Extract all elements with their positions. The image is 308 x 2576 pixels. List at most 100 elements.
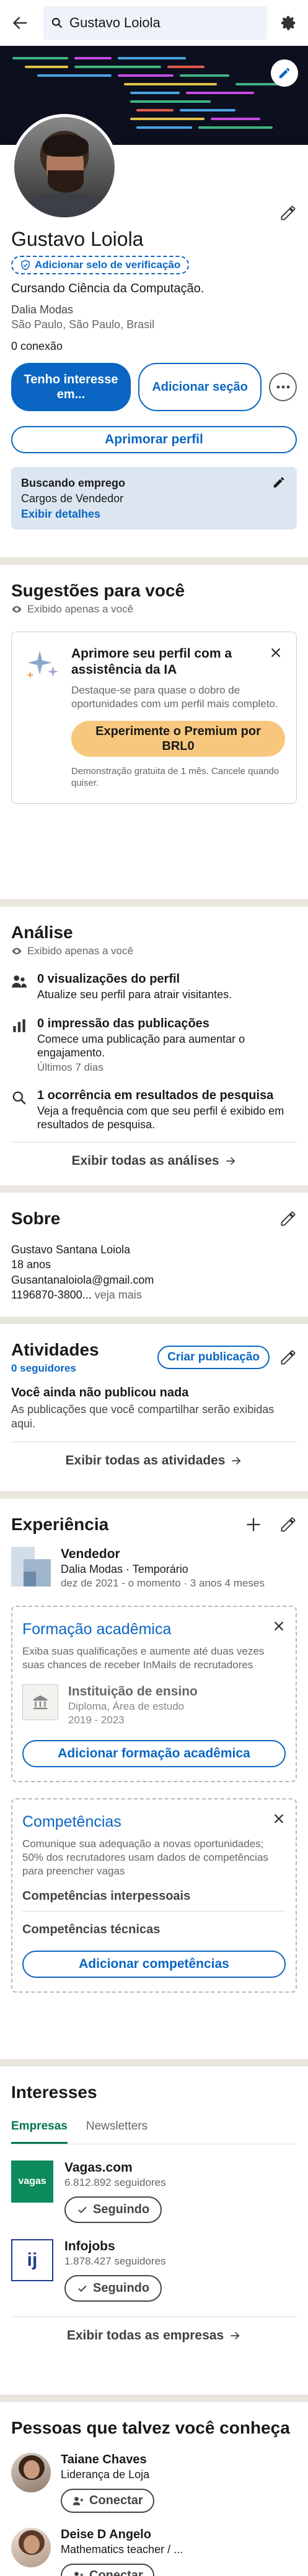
add-verification-badge[interactable]: Adicionar selo de verificação [11, 256, 190, 274]
activity-section: Atividades 0 seguidores Criar publicação… [0, 1324, 308, 1491]
open-to-work-subtitle: Cargos de Vendedor [21, 492, 124, 505]
interests-tabs: Empresas Newsletters [11, 2113, 297, 2144]
interest-item[interactable]: vagas Vagas.com 6.812.892 seguidores Seg… [11, 2160, 297, 2223]
add-education-button[interactable]: Adicionar formação acadêmica [22, 1740, 286, 1768]
interest-item[interactable]: ij Infojobs 1.878.427 seguidores Seguind… [11, 2239, 297, 2302]
activity-empty-title: Você ainda não publicou nada [11, 1386, 189, 1399]
following-button[interactable]: Seguindo [64, 2196, 162, 2223]
edit-activity-pencil-icon[interactable] [279, 1349, 297, 1366]
tab-companies[interactable]: Empresas [11, 2113, 68, 2144]
activity-empty-desc: As publicações que você compartilhar ser… [11, 1403, 275, 1430]
following-button[interactable]: Seguindo [64, 2275, 162, 2302]
experience-title: Experiência [11, 1515, 109, 1534]
add-person-icon [72, 2495, 84, 2507]
profile-name: Gustavo Loiola [11, 228, 144, 250]
enhance-profile-button[interactable]: Aprimorar perfil [11, 426, 297, 453]
intro-card: Gustavo Loiola Adicionar selo de verific… [0, 46, 308, 557]
trial-note: Demonstração gratuita de 1 mês. Cancele … [71, 765, 279, 789]
followers-count[interactable]: 0 seguidores [11, 1362, 99, 1375]
connect-button[interactable]: Conectar [61, 2564, 154, 2576]
people-title: Pessoas que talvez você conheça [11, 2418, 290, 2437]
edit-about-pencil-icon[interactable] [279, 1210, 297, 1227]
skills-desc: Comunique sua adequação a novas oportuni… [22, 1838, 268, 1878]
back-arrow-icon[interactable] [7, 11, 32, 35]
ai-card-description: Destaque-se para quase o dobro de oportu… [71, 684, 278, 710]
search-icon [11, 1089, 29, 1132]
skills-title: Competências [22, 1813, 121, 1831]
search-input[interactable]: Gustavo Loiola [43, 6, 267, 40]
open-to-work-details-link[interactable]: Exibir detalhes [21, 508, 287, 521]
check-icon [77, 2204, 88, 2216]
profile-page: Gustavo Loiola Gustavo Loiola Adicionar … [0, 0, 308, 2576]
skill-category[interactable]: Competências técnicas [22, 1923, 286, 1937]
experience-section: Experiência Vendedor Dalia Modas · Tempo… [0, 1499, 308, 2059]
interests-section: Interesses Empresas Newsletters vagas Va… [0, 2066, 308, 2395]
infojobs-logo: ij [11, 2239, 53, 2281]
edit-cover-button[interactable] [271, 59, 298, 87]
open-to-button[interactable]: Tenho interesse em... [11, 363, 131, 411]
search-query: Gustavo Loiola [69, 15, 161, 30]
education-prompt-card: Formação acadêmica Exiba suas qualificaç… [11, 1606, 297, 1783]
tab-newsletters[interactable]: Newsletters [86, 2113, 147, 2144]
arrow-right-icon [229, 2330, 241, 2342]
vagas-logo: vagas [11, 2160, 53, 2203]
ai-card-title: Aprimore seu perfil com a assistência da… [71, 646, 232, 677]
edit-experience-pencil-icon[interactable] [279, 1516, 297, 1533]
try-premium-button[interactable]: Experimente o Premium por BRL0 [71, 720, 285, 757]
people-section: Pessoas que talvez você conheça Taiane C… [0, 2402, 308, 2576]
close-icon[interactable] [272, 1812, 286, 1825]
more-options-icon[interactable] [269, 373, 297, 401]
open-to-work-card[interactable]: Buscando emprego Cargos de Vendedor Exib… [11, 467, 297, 529]
eye-icon [11, 946, 22, 957]
add-plus-icon[interactable] [245, 1516, 262, 1533]
about-text: Gustavo Santana Loiola 18 anos Gusantana… [11, 1243, 154, 1301]
gear-icon[interactable] [276, 11, 301, 35]
education-title: Formação acadêmica [22, 1621, 172, 1638]
eye-icon [11, 604, 22, 615]
suggestions-title: Sugestões para você [11, 581, 185, 600]
person-suggestion[interactable]: Deise D Angelo Mathematics teacher / ...… [11, 2528, 297, 2576]
interests-title: Interesses [11, 2082, 97, 2102]
skill-category[interactable]: Competências interpessoais [22, 1889, 286, 1904]
activity-title: Atividades [11, 1340, 99, 1359]
add-section-button[interactable]: Adicionar seção [138, 363, 262, 411]
profile-company[interactable]: Dalia Modas [11, 303, 297, 316]
show-all-activity-link[interactable]: Exibir todas as atividades [11, 1442, 297, 1479]
person-suggestion[interactable]: Taiane Chaves Liderança de Loja Conectar [11, 2453, 297, 2513]
experience-item[interactable]: Vendedor Dalia Modas · Temporário dez de… [11, 1547, 297, 1590]
verify-label: Adicionar selo de verificação [35, 259, 181, 271]
see-more-link[interactable]: veja mais [95, 1289, 142, 1301]
analytics-title: Análise [11, 923, 73, 942]
open-to-work-title: Buscando emprego [21, 477, 126, 489]
private-note: Exibido apenas a você [11, 945, 297, 957]
add-person-icon [72, 2570, 84, 2576]
analytics-item[interactable]: 1 ocorrência em resultados de pesquisa V… [11, 1089, 297, 1132]
create-post-button[interactable]: Criar publicação [157, 1346, 270, 1369]
bar-chart-icon [11, 1017, 29, 1074]
person-avatar [11, 2453, 51, 2492]
ai-suggestion-card: Aprimore seu perfil com a assistência da… [11, 632, 297, 804]
analytics-item[interactable]: 0 visualizações do perfil Atualize seu p… [11, 972, 297, 1002]
education-desc: Exiba suas qualificações e aumente até d… [22, 1645, 265, 1671]
analytics-item[interactable]: 0 impressão das publicações Comece uma p… [11, 1017, 297, 1074]
profile-headline: Cursando Ciência da Computação. [11, 282, 205, 295]
add-skills-button[interactable]: Adicionar competências [22, 1951, 286, 1978]
edit-intro-pencil-icon[interactable] [279, 204, 297, 222]
suggestions-section: Sugestões para você Exibido apenas a voc… [0, 565, 308, 899]
show-all-analytics-link[interactable]: Exibir todas as análises [11, 1142, 297, 1180]
people-icon [11, 972, 29, 1002]
person-avatar [11, 2528, 51, 2567]
close-icon[interactable] [269, 646, 283, 659]
connections-count[interactable]: 0 conexão [11, 340, 297, 353]
skills-prompt-card: Competências Comunique sua adequação a n… [11, 1798, 297, 1993]
close-icon[interactable] [272, 1619, 286, 1633]
edit-open-to-work-pencil-icon[interactable] [272, 476, 286, 489]
check-icon [77, 2283, 88, 2294]
connect-button[interactable]: Conectar [61, 2489, 154, 2513]
top-bar: Gustavo Loiola [0, 0, 308, 46]
arrow-right-icon [224, 1155, 237, 1167]
show-all-companies-link[interactable]: Exibir todas as empresas [11, 2317, 297, 2354]
analytics-section: Análise Exibido apenas a você 0 visualiz… [0, 907, 308, 1185]
school-building-icon [22, 1684, 58, 1721]
about-title: Sobre [11, 1209, 61, 1228]
